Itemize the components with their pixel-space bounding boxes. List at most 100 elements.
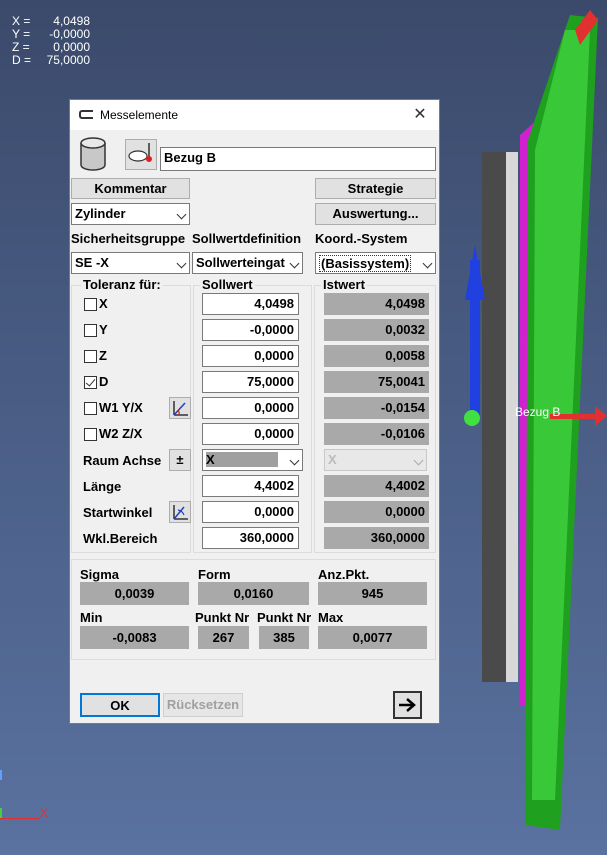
row-d-label: D <box>99 374 109 389</box>
chevron-down-icon <box>289 258 300 269</box>
dialog-title: Messelemente <box>100 108 179 122</box>
startwinkel-label: Startwinkel <box>83 505 153 520</box>
soll-wkl-input[interactable]: 360,0000 <box>202 527 299 549</box>
punkt-nr-min-value: 267 <box>198 626 249 649</box>
ist-d-value: 75,0041 <box>324 371 429 393</box>
dialog-titlebar[interactable]: Messelemente ✕ <box>70 100 439 130</box>
koord-system-select[interactable]: (Basissystem) <box>315 252 436 274</box>
min-value: -0,0083 <box>80 626 189 649</box>
messelemente-dialog: Messelemente ✕ Bezug B Kommentar Strateg… <box>69 99 440 724</box>
axis-y-mark <box>0 808 2 818</box>
max-label: Max <box>318 610 344 625</box>
ist-startwinkel-value: 0,0000 <box>324 501 429 523</box>
sollwertdefinition-select[interactable]: Sollwerteingat <box>192 252 303 274</box>
row-w2-label: W2 Z/X <box>99 426 143 441</box>
punkt-nr-max-label: Punkt Nr <box>257 610 312 625</box>
sigma-value: 0,0039 <box>80 582 189 605</box>
element-type-select[interactable]: Zylinder <box>71 203 190 225</box>
sicherheitsgruppe-label: Sicherheitsgruppe <box>71 231 186 246</box>
ist-z-value: 0,0058 <box>324 345 429 367</box>
chevron-down-icon <box>289 455 300 466</box>
angle-icon <box>173 401 188 416</box>
raum-achse-ist-value: X <box>328 452 337 467</box>
checkbox-z[interactable] <box>84 350 97 363</box>
row-y-label: Y <box>99 322 108 337</box>
koord-system-value: (Basissystem) <box>319 255 412 272</box>
strategie-button[interactable]: Strategie <box>315 178 436 199</box>
anz-pkt-value: 945 <box>318 582 427 605</box>
element-type-value: Zylinder <box>75 206 126 221</box>
checkbox-w2[interactable] <box>84 428 97 441</box>
soll-x-input[interactable]: 4,0498 <box>202 293 299 315</box>
soll-startwinkel-input[interactable]: 0,0000 <box>202 501 299 523</box>
laenge-label: Länge <box>83 479 122 494</box>
checkbox-w1[interactable] <box>84 402 97 415</box>
chevron-down-icon <box>422 258 433 269</box>
soll-y-input[interactable]: -0,0000 <box>202 319 299 341</box>
startwinkel-button[interactable] <box>169 501 191 523</box>
ok-button[interactable]: OK <box>80 693 160 717</box>
coord-d-value: 75,0000 <box>46 53 90 67</box>
soll-laenge-input[interactable]: 4,4002 <box>202 475 299 497</box>
raum-achse-select[interactable]: X <box>202 449 303 471</box>
istwert-header: Istwert <box>321 277 367 292</box>
axis-z-mark <box>0 770 2 780</box>
max-value: 0,0077 <box>318 626 427 649</box>
element-name-field[interactable]: Bezug B <box>160 147 436 171</box>
row-w1-label: W1 Y/X <box>99 400 143 415</box>
form-value: 0,0160 <box>198 582 309 605</box>
sicherheitsgruppe-value: SE -X <box>75 255 109 270</box>
raum-achse-label: Raum Achse <box>83 453 162 468</box>
soll-w1-input[interactable]: 0,0000 <box>202 397 299 419</box>
chevron-down-icon <box>176 258 187 269</box>
model-red-arrow <box>595 406 607 426</box>
sollwertdefinition-value: Sollwerteingat <box>196 255 285 270</box>
punkt-nr-min-label: Punkt Nr <box>195 610 250 625</box>
soll-z-input[interactable]: 0,0000 <box>202 345 299 367</box>
min-label: Min <box>80 610 103 625</box>
sicherheitsgruppe-select[interactable]: SE -X <box>71 252 190 274</box>
ruecksetzen-button: Rücksetzen <box>163 693 243 717</box>
ist-y-value: 0,0032 <box>324 319 429 341</box>
toleranz-header: Toleranz für: <box>81 277 163 292</box>
ist-wkl-value: 360,0000 <box>324 527 429 549</box>
form-label: Form <box>198 567 231 582</box>
kommentar-button[interactable]: Kommentar <box>71 178 190 199</box>
raum-achse-value: X <box>206 452 278 467</box>
raum-achse-ist-select: X <box>324 449 427 471</box>
element-name-value: Bezug B <box>164 150 216 165</box>
probe-icon <box>128 143 152 162</box>
ist-laenge-value: 4,4002 <box>324 475 429 497</box>
model-green-marker <box>464 410 480 426</box>
cylinder-icon <box>80 137 106 171</box>
auswertung-button[interactable]: Auswertung... <box>315 203 436 225</box>
wkl-bereich-label: Wkl.Bereich <box>83 531 158 546</box>
row-z-label: Z <box>99 348 107 363</box>
ist-w1-value: -0,0154 <box>324 397 429 419</box>
coordinate-readout: X = 4,0498 Y = -0,0000 Z = 0,0000 D = 75,000… <box>12 15 90 67</box>
soll-d-input[interactable]: 75,0000 <box>202 371 299 393</box>
model-label-bezug: Bezug B <box>515 405 561 419</box>
ist-x-value: 4,0498 <box>324 293 429 315</box>
sollwert-header: Sollwert <box>200 277 255 292</box>
axis-x-label: X <box>40 806 49 820</box>
w1-angle-button[interactable] <box>169 397 191 419</box>
chevron-down-icon <box>176 209 187 220</box>
chevron-down-icon <box>413 455 424 466</box>
app-icon <box>79 110 93 119</box>
axis-x-line <box>0 818 40 819</box>
row-x-label: X <box>99 296 108 311</box>
close-icon[interactable]: ✕ <box>405 102 435 128</box>
arrow-right-icon <box>399 698 416 712</box>
ist-w2-value: -0,0106 <box>324 423 429 445</box>
next-button[interactable] <box>393 691 422 719</box>
checkbox-d[interactable] <box>84 376 97 389</box>
plus-minus-button[interactable]: ± <box>169 449 191 471</box>
punkt-nr-max-value: 385 <box>259 626 309 649</box>
soll-w2-input[interactable]: 0,0000 <box>202 423 299 445</box>
checkbox-x[interactable] <box>84 298 97 311</box>
coord-d-label: D = <box>12 53 32 67</box>
probe-button[interactable] <box>125 139 157 170</box>
checkbox-y[interactable] <box>84 324 97 337</box>
angle-arc-icon <box>173 505 188 520</box>
